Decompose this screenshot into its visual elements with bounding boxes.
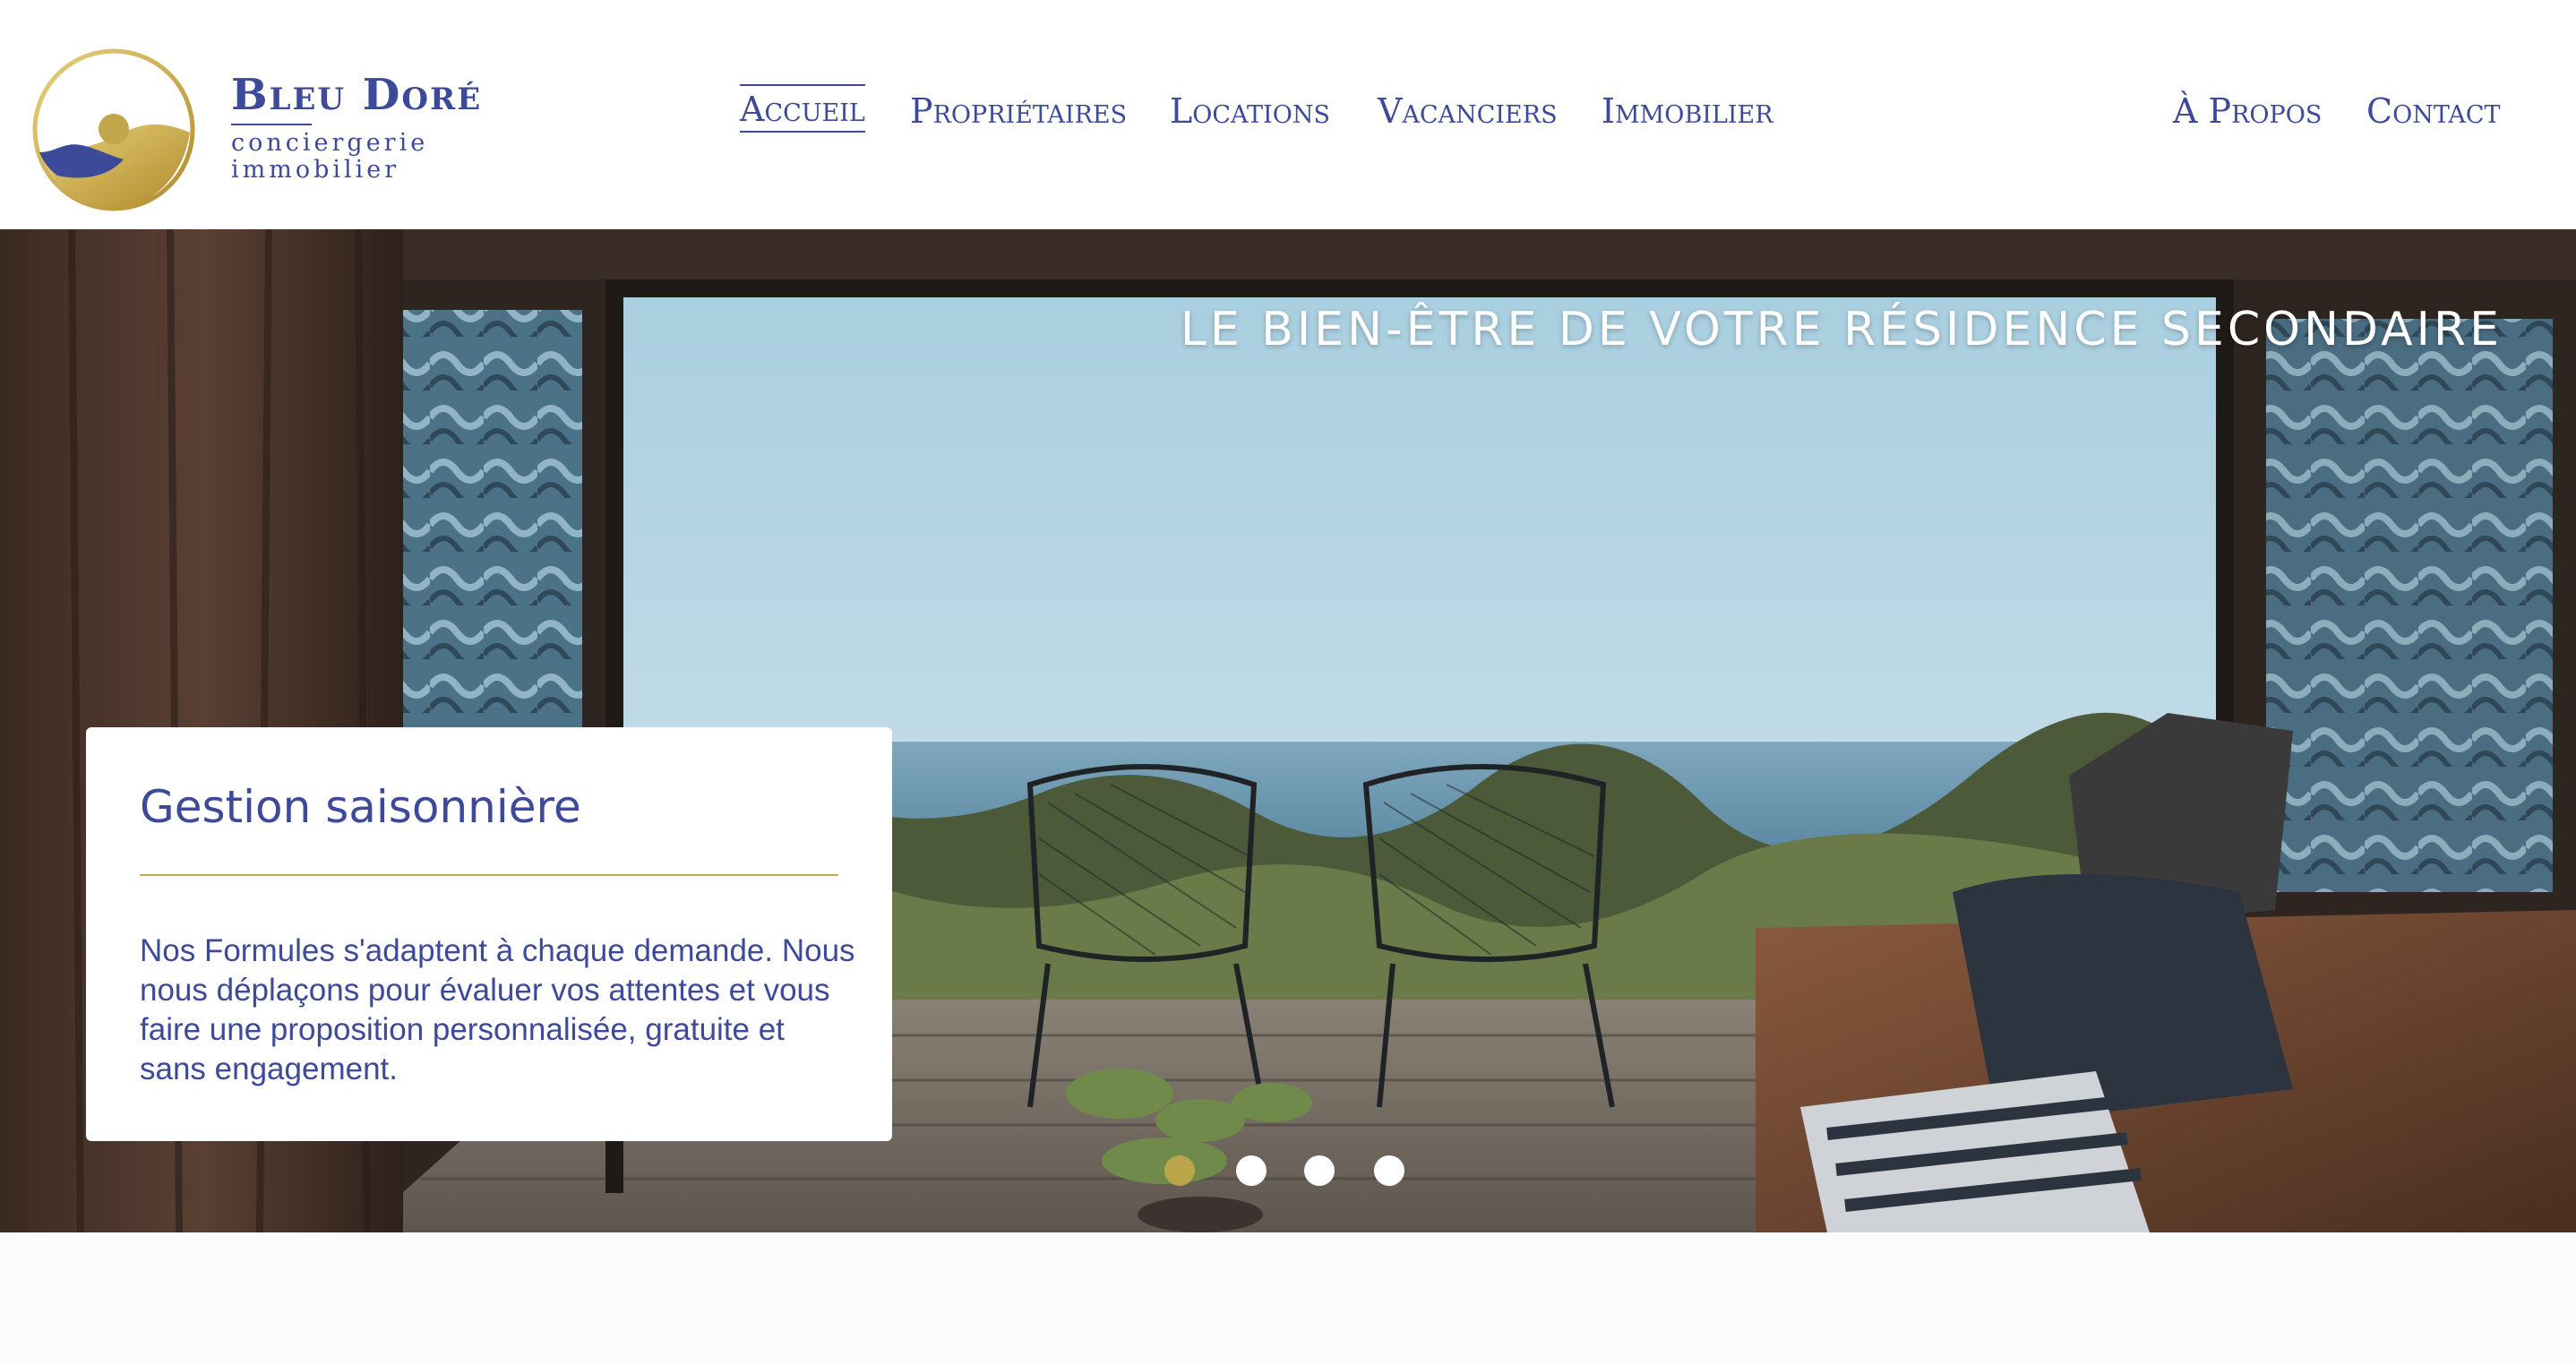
brand-tagline-line2: immobilier bbox=[231, 156, 400, 184]
hero-tagline: LE BIEN-ÊTRE DE VOTRE RÉSIDENCE SECONDAI… bbox=[1180, 303, 2503, 356]
nav-item-a-propos[interactable]: À Propos bbox=[2173, 91, 2322, 131]
card-description: Nos Formules s'adaptent à chaque demande… bbox=[140, 933, 855, 1086]
slider-dot-1[interactable] bbox=[1164, 1155, 1195, 1186]
slider-dot-4[interactable] bbox=[1374, 1155, 1404, 1186]
card-title: Gestion saisonnière bbox=[140, 781, 581, 833]
brand-name: Bleu Doré bbox=[231, 70, 483, 120]
brand-rule bbox=[231, 124, 312, 125]
site-header: Bleu Doré conciergerie immobilier Accuei… bbox=[0, 0, 2576, 229]
slider-dot-2[interactable] bbox=[1236, 1155, 1267, 1186]
nav-item-accueil[interactable]: Accueil bbox=[740, 84, 865, 133]
nav-item-locations[interactable]: Locations bbox=[1170, 91, 1330, 131]
logo-emblem-icon bbox=[32, 48, 195, 211]
nav-item-vacanciers[interactable]: Vacanciers bbox=[1378, 91, 1558, 131]
service-card: Gestion saisonnière Nos Formules s'adapt… bbox=[86, 727, 892, 1141]
nav-item-contact[interactable]: Contact bbox=[2366, 91, 2501, 131]
slider-dot-3[interactable] bbox=[1304, 1155, 1335, 1186]
page-below-fold bbox=[0, 1232, 2576, 1365]
brand-tagline-line1: conciergerie bbox=[231, 129, 429, 157]
card-divider bbox=[140, 874, 838, 876]
brand-logo[interactable]: Bleu Doré conciergerie immobilier bbox=[30, 47, 480, 217]
nav-item-immobilier[interactable]: Immobilier bbox=[1601, 91, 1773, 131]
hero-slider: LE BIEN-ÊTRE DE VOTRE RÉSIDENCE SECONDAI… bbox=[0, 229, 2576, 1232]
nav-item-proprietaires[interactable]: Propriétaires bbox=[910, 91, 1127, 131]
